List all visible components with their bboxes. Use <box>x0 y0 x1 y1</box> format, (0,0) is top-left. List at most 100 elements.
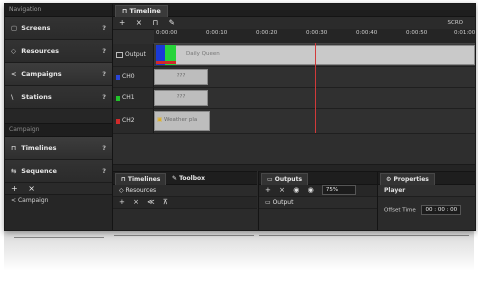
campaign-list-item[interactable]: < Campaign <box>5 195 112 207</box>
add-icon[interactable]: + <box>119 198 125 206</box>
tab-label: Timelines <box>127 176 161 183</box>
sidebar-item-campaigns[interactable]: < Campaigns ? <box>5 63 112 86</box>
sidebar-item-resources[interactable]: ◇ Resources ? <box>5 40 112 63</box>
add-icon[interactable]: + <box>119 18 125 27</box>
row-text: Output <box>272 199 294 206</box>
outputs-toolbar: + × ◉ ◉ 75% <box>259 185 377 197</box>
sidebar-item-label: Stations <box>21 93 52 101</box>
remove-icon[interactable]: × <box>279 186 285 194</box>
sidebar-item-sequence[interactable]: ⇆ Sequence ? <box>5 160 112 183</box>
tab-label: Outputs <box>274 176 303 183</box>
share-icon: < <box>11 70 17 78</box>
remove-icon[interactable]: × <box>28 184 35 193</box>
tab-properties[interactable]: ⚙ Properties <box>380 173 435 185</box>
playhead[interactable] <box>315 43 316 133</box>
resources-row[interactable]: ◇ Resources <box>113 185 257 197</box>
timeline-clip[interactable]: ??? <box>154 69 208 85</box>
zoom-select[interactable]: 75% <box>321 185 356 195</box>
timeline-icon[interactable]: ⊓ <box>152 18 158 27</box>
collapse-icon[interactable]: ⊼ <box>163 198 168 206</box>
globe-icon[interactable]: ◉ <box>293 186 299 194</box>
clip-label: ??? <box>176 94 186 100</box>
remove-icon[interactable]: × <box>133 198 139 206</box>
row-label: CH1 <box>113 88 154 108</box>
outputs-row[interactable]: ▭ Output <box>259 197 377 209</box>
image-icon: ▣ <box>157 117 163 123</box>
tick-label: 0:00:40 <box>356 30 378 36</box>
timeline-scrollbar[interactable] <box>113 164 475 171</box>
sidebar-item-timelines[interactable]: ⊓ Timelines ? <box>5 137 112 160</box>
channel-color-swatch <box>116 95 120 101</box>
offset-time-field[interactable]: 00 : 00 : 00 <box>421 205 462 215</box>
sidebar-header: Navigation <box>5 4 112 17</box>
clip-label: ??? <box>176 73 186 79</box>
row-label: Output <box>113 44 154 66</box>
timeline-icon: ⊓ <box>11 144 17 152</box>
timeline-row-output[interactable]: Output Daily Queen <box>113 44 475 67</box>
timeline-panel: ⊓ Timeline + × ⊓ ✎ SCRO 0:00:00 0:00:10 … <box>113 4 475 171</box>
timeline-row-ch2[interactable]: CH2 ▣ Weather pla <box>113 109 475 134</box>
tab-toolbox[interactable]: ✎ Toolbox <box>167 173 210 184</box>
resources-toolbar: + × ≪ ⊼ <box>113 197 257 209</box>
panel-tab-strip: ⊓ Timelines ✎ Toolbox <box>113 172 257 185</box>
help-icon[interactable]: ? <box>102 63 106 85</box>
timeline-icon: ⊓ <box>121 176 128 183</box>
time-ruler[interactable]: 0:00:00 0:00:10 0:00:20 0:00:30 0:00:40 … <box>154 29 475 44</box>
outputs-panel: ▭ Outputs + × ◉ ◉ 75% ▭ Output <box>258 171 377 230</box>
channel-color-swatch <box>116 118 120 124</box>
reflection <box>4 231 474 271</box>
timeline-clip[interactable]: ▣ Weather pla <box>154 111 210 131</box>
tick-label: 0:00:00 <box>156 30 178 36</box>
row-label: CH2 <box>113 109 154 133</box>
monitor-icon: ▭ <box>265 199 273 206</box>
reflection-line <box>14 237 104 238</box>
remove-icon[interactable]: × <box>136 18 142 27</box>
app-window: Navigation ▢ Screens ? ◇ Resources ? < C… <box>4 3 476 231</box>
tick-label: 0:00:50 <box>406 30 428 36</box>
add-icon[interactable]: + <box>265 186 271 194</box>
timeline-row-ch0[interactable]: CH0 ??? <box>113 67 475 88</box>
help-icon[interactable]: ? <box>102 17 106 39</box>
tab-outputs[interactable]: ▭ Outputs <box>261 173 309 185</box>
tab-label: Timeline <box>129 7 161 15</box>
tick-label: 0:00:20 <box>256 30 278 36</box>
clip-label: Weather pla <box>163 117 198 123</box>
globe-icon[interactable]: ◉ <box>308 186 314 194</box>
timeline-clip[interactable]: ??? <box>154 90 208 106</box>
share-icon: < <box>11 197 17 204</box>
sidebar-item-stations[interactable]: \ Stations ? <box>5 86 112 109</box>
tab-label: Toolbox <box>179 175 206 182</box>
reflection-line <box>114 235 254 236</box>
tab-label: Properties <box>393 176 429 183</box>
help-icon[interactable]: ? <box>102 40 106 62</box>
output-color-red <box>156 61 176 64</box>
help-icon[interactable]: ? <box>102 86 106 108</box>
help-icon[interactable]: ? <box>102 137 106 159</box>
sidebar-item-label: Sequence <box>21 167 57 175</box>
sidebar-item-screens[interactable]: ▢ Screens ? <box>5 17 112 40</box>
monitor-icon <box>116 52 123 58</box>
row-label-text: CH1 <box>122 94 135 101</box>
timeline-row-ch1[interactable]: CH1 ??? <box>113 88 475 109</box>
row-text: Resources <box>125 187 157 194</box>
help-icon[interactable]: ? <box>102 160 106 182</box>
add-icon[interactable]: + <box>11 184 18 193</box>
timeline-tab-strip: ⊓ Timeline <box>113 4 475 17</box>
panel-tab-strip: ⚙ Properties <box>378 172 475 185</box>
tab-timeline[interactable]: ⊓ Timeline <box>115 5 168 17</box>
offset-row: Offset Time 00 : 00 : 00 <box>378 197 475 215</box>
monitor-icon: ▭ <box>267 176 275 183</box>
panel-tab-strip: ▭ Outputs <box>259 172 377 185</box>
channel-color-swatch <box>116 74 120 80</box>
row-label: CH0 <box>113 67 154 87</box>
tab-timelines[interactable]: ⊓ Timelines <box>115 173 167 185</box>
sidebar-item-label: Resources <box>21 47 59 55</box>
sidebar-toolbar: + × <box>5 183 112 195</box>
campaign-label: Campaign <box>17 197 49 204</box>
tick-label: 0:00:10 <box>206 30 228 36</box>
sidebar-item-label: Campaigns <box>21 70 62 78</box>
rewind-icon[interactable]: ≪ <box>147 198 154 206</box>
reflection-line <box>259 235 469 236</box>
edit-icon[interactable]: ✎ <box>169 18 175 27</box>
